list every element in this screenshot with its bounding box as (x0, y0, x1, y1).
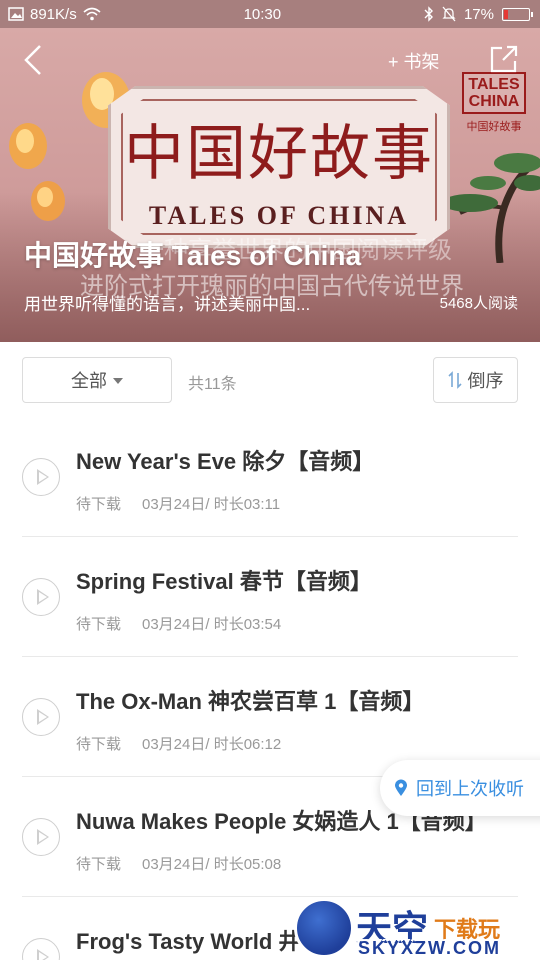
episode-count: 共11条 (188, 376, 237, 393)
logo-text: TALES CHINA (462, 72, 526, 114)
download-status: 待下载 (76, 616, 122, 633)
network-speed: 891K/s (30, 5, 77, 23)
site-watermark-logo: 天空 下载玩 SKYXZW.COM (294, 898, 540, 960)
play-icon[interactable] (22, 458, 60, 496)
caret-down-icon (113, 378, 123, 384)
play-icon[interactable] (22, 818, 60, 856)
status-right: 17% (424, 5, 533, 23)
download-status: 待下载 (76, 856, 122, 873)
sort-icon (447, 371, 462, 389)
album-title: 中国好故事 Tales of China (24, 240, 362, 271)
status-left: 891K/s (8, 6, 101, 23)
location-pin-icon (395, 779, 407, 796)
album-header: + 书架 中国好故事 TALES OF CHINA TALES CHINA 中国… (0, 28, 540, 342)
episode-item[interactable]: Spring Festival 春节【音频】 待下载 03月24日/ 时长03:… (0, 538, 540, 658)
filter-dropdown[interactable]: 全部 (22, 357, 172, 403)
play-icon[interactable] (22, 698, 60, 736)
tales-of-china-logo: TALES CHINA 中国好故事 (462, 72, 526, 160)
lantern-image (31, 181, 65, 221)
wifi-icon (83, 7, 101, 21)
back-button[interactable] (18, 42, 48, 78)
episode-title: Frog's Tasty World 井 (76, 929, 301, 954)
battery-icon (502, 7, 533, 21)
mute-bell-icon (442, 6, 456, 22)
resume-label: 回到上次收听 (416, 779, 524, 799)
resume-listening-button[interactable]: 回到上次收听 (380, 760, 540, 816)
reader-count: 5468人阅读 (439, 295, 518, 312)
divider (22, 656, 518, 657)
episode-meta: 03月24日/ 时长03:11 (142, 496, 281, 513)
play-icon[interactable] (22, 578, 60, 616)
episode-meta: 03月24日/ 时长06:12 (142, 736, 282, 753)
share-button[interactable] (488, 44, 520, 74)
episode-title: Spring Festival 春节【音频】 (76, 569, 372, 594)
sort-label: 倒序 (467, 371, 504, 391)
album-description[interactable]: 用世界听得懂的语言，讲述美丽中国... (24, 290, 384, 315)
episode-meta: 03月24日/ 时长05:08 (142, 856, 282, 873)
download-status: 待下载 (76, 736, 122, 753)
divider (22, 536, 518, 537)
filter-label: 全部 (71, 371, 107, 391)
sort-button[interactable]: 倒序 (433, 357, 518, 403)
lantern-image (9, 123, 47, 169)
download-status: 待下载 (76, 496, 122, 513)
divider (22, 896, 518, 897)
globe-icon (294, 898, 354, 958)
album-banner: 中国好故事 TALES OF CHINA (108, 86, 450, 248)
clock: 10:30 (243, 5, 282, 23)
episode-meta: 03月24日/ 时长03:54 (142, 616, 282, 633)
status-bar: 891K/s 10:30 17% (0, 0, 540, 28)
episode-title: The Ox-Man 神农尝百草 1【音频】 (76, 689, 425, 714)
logo-cn-text: 中国好故事 (466, 121, 522, 133)
play-icon[interactable] (22, 938, 60, 960)
bluetooth-icon (424, 6, 433, 22)
episode-item[interactable]: New Year's Eve 除夕【音频】 待下载 03月24日/ 时长03:1… (0, 418, 540, 538)
banner-english-title: TALES OF CHINA (148, 201, 410, 230)
battery-percent: 17% (463, 5, 494, 23)
image-icon (8, 7, 24, 21)
add-to-shelf-button[interactable]: + 书架 (388, 48, 440, 74)
episode-title: New Year's Eve 除夕【音频】 (76, 449, 375, 474)
watermark-url: SKYXZW.COM (358, 938, 502, 958)
banner-chinese-title: 中国好故事 (124, 119, 434, 189)
